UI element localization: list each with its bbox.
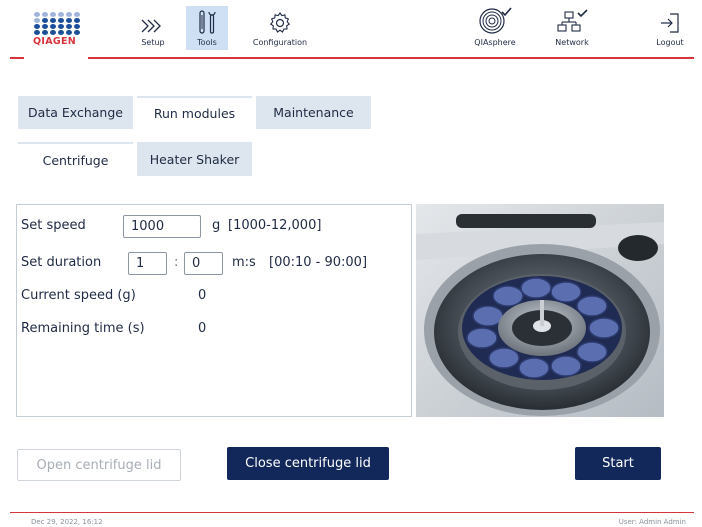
set-duration-label: Set duration xyxy=(21,255,102,270)
header-divider-left xyxy=(10,57,24,59)
centrifuge-panel: Set speed 1000 g [1000-12,000] Set durat… xyxy=(16,204,412,417)
speed-input[interactable]: 1000 xyxy=(123,215,201,238)
header-divider xyxy=(88,57,694,59)
current-speed-label: Current speed (g) xyxy=(21,288,136,303)
nav-tools[interactable]: Tools xyxy=(186,6,228,50)
nav-tools-label: Tools xyxy=(197,38,217,47)
tab-heater-shaker[interactable]: Heater Shaker xyxy=(137,142,252,176)
nav-qiasphere-label: QIAsphere xyxy=(474,38,516,47)
footer-divider xyxy=(10,512,694,513)
open-centrifuge-lid-button[interactable]: Open centrifuge lid xyxy=(17,449,181,481)
centrifuge-image xyxy=(416,204,664,417)
duration-range: [00:10 - 90:00] xyxy=(269,255,368,270)
tab-run-modules[interactable]: Run modules xyxy=(137,96,252,129)
network-icon xyxy=(557,9,588,32)
start-button[interactable]: Start xyxy=(575,447,661,480)
qiasphere-icon xyxy=(479,7,512,34)
footer-datetime: Dec 29, 2022, 16:12 xyxy=(31,518,103,526)
app-header: QIAGEN Setup Tools Configuration QIAsphe… xyxy=(0,0,702,58)
nav-network[interactable]: Network xyxy=(550,6,594,50)
speed-unit: g xyxy=(212,218,221,233)
tools-icon xyxy=(199,10,216,34)
nav-logout[interactable]: Logout xyxy=(650,6,690,50)
nav-configuration-label: Configuration xyxy=(252,38,308,47)
logo-dot-grid xyxy=(34,12,85,35)
duration-seconds-input[interactable]: 0 xyxy=(184,252,223,275)
nav-setup-label: Setup xyxy=(141,38,165,47)
duration-unit: m:s xyxy=(232,255,256,270)
logo-text: QIAGEN xyxy=(33,36,77,47)
tab-data-exchange[interactable]: Data Exchange xyxy=(18,96,133,129)
gear-icon xyxy=(269,12,291,33)
nav-qiasphere[interactable]: QIAsphere xyxy=(470,6,520,50)
footer-user: User: Admin Admin xyxy=(618,518,686,526)
nav-configuration[interactable]: Configuration xyxy=(248,6,312,50)
nav-setup[interactable]: Setup xyxy=(134,6,172,50)
logout-icon xyxy=(661,13,679,33)
duration-separator: : xyxy=(174,255,179,270)
setup-chevrons-icon xyxy=(141,19,161,33)
nav-logout-label: Logout xyxy=(656,38,684,47)
current-speed-value: 0 xyxy=(198,288,207,303)
close-centrifuge-lid-button[interactable]: Close centrifuge lid xyxy=(227,447,389,480)
remaining-time-value: 0 xyxy=(198,321,207,336)
tab-maintenance[interactable]: Maintenance xyxy=(256,96,371,129)
duration-minutes-input[interactable]: 1 xyxy=(128,252,167,275)
remaining-time-label: Remaining time (s) xyxy=(21,321,145,336)
tab-centrifuge[interactable]: Centrifuge xyxy=(18,142,133,176)
nav-network-label: Network xyxy=(555,38,589,47)
set-speed-label: Set speed xyxy=(21,218,86,233)
speed-range: [1000-12,000] xyxy=(228,218,322,233)
qiagen-logo: QIAGEN xyxy=(27,12,85,62)
